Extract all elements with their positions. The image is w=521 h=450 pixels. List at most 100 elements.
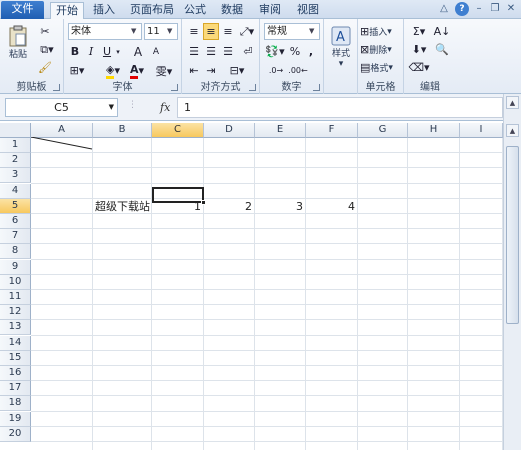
row-header-2[interactable]: 2 <box>0 153 31 169</box>
cell-e5[interactable]: 3 <box>257 199 303 214</box>
tab-home[interactable]: 开始 <box>50 2 84 20</box>
merge-center-button[interactable]: ⊟▾ <box>222 62 252 79</box>
paste-button[interactable]: 粘贴 <box>6 22 30 62</box>
row-header-5[interactable]: 5 <box>0 198 31 214</box>
percent-button[interactable]: % <box>288 43 302 60</box>
increase-indent-button[interactable]: ⇥ <box>203 62 219 79</box>
row-header-7[interactable]: 7 <box>0 229 31 245</box>
column-header-b[interactable]: B <box>93 123 152 138</box>
fill-handle[interactable] <box>201 200 206 205</box>
copy-button[interactable]: ⧉▾ <box>36 41 58 58</box>
sort-filter-button[interactable]: A↓ <box>432 23 452 40</box>
select-all-button[interactable] <box>0 123 31 138</box>
row-header-16[interactable]: 16 <box>0 366 31 381</box>
insert-function-button[interactable]: fx <box>160 98 174 117</box>
currency-button[interactable]: 💱▾ <box>264 43 286 60</box>
clear-button[interactable]: ⌫▾ <box>408 59 429 76</box>
align-middle-button[interactable]: ≡ <box>203 23 219 40</box>
orientation-button[interactable]: ⤢▾ <box>237 23 257 40</box>
underline-button[interactable]: U <box>100 43 114 60</box>
row-header-11[interactable]: 11 <box>0 290 31 305</box>
row-header-17[interactable]: 17 <box>0 381 31 397</box>
bold-button[interactable]: B <box>68 43 82 60</box>
cut-button[interactable]: ✂ <box>36 23 54 40</box>
minimize-icon[interactable]: – <box>472 2 486 16</box>
column-header-g[interactable]: G <box>358 123 408 138</box>
phonetic-button[interactable]: 雯▾ <box>154 62 174 79</box>
format-painter-button[interactable]: 🖌 <box>36 59 54 76</box>
scroll-up-button[interactable]: ▲ <box>506 124 519 137</box>
align-top-button[interactable]: ≡ <box>186 23 202 40</box>
tab-file[interactable]: 文件 <box>1 1 44 19</box>
delete-cells-button[interactable]: ⊠ 删除 ▾ <box>360 41 402 58</box>
tab-formulas[interactable]: 公式 <box>180 2 210 19</box>
tab-review[interactable]: 审阅 <box>254 2 286 19</box>
font-color-button[interactable]: A ▾ <box>126 62 148 79</box>
minimize-ribbon-icon[interactable]: △ <box>437 2 451 16</box>
insert-cells-button[interactable]: ⊞ 插入 ▾ <box>360 23 402 40</box>
row-header-10[interactable]: 10 <box>0 274 31 290</box>
row-header-3[interactable]: 3 <box>0 168 31 184</box>
row-header-4[interactable]: 4 <box>0 183 31 199</box>
row-header-6[interactable]: 6 <box>0 214 31 229</box>
fill-button[interactable]: ⬇▾ <box>410 41 428 58</box>
tab-page-layout[interactable]: 页面布局 <box>126 2 178 19</box>
cell-b5[interactable]: 超级下载站 <box>95 199 150 214</box>
expand-dots-icon[interactable]: ⋮ <box>128 100 142 114</box>
row-header-18[interactable]: 18 <box>0 396 31 412</box>
scroll-thumb[interactable] <box>506 146 519 324</box>
grow-font-button[interactable]: A <box>130 43 146 60</box>
shrink-font-button[interactable]: A <box>148 43 164 60</box>
vertical-scrollbar[interactable]: ▲ ▲ <box>503 94 521 450</box>
wrap-text-button[interactable]: ⏎ <box>240 43 256 60</box>
row-header-19[interactable]: 19 <box>0 411 31 427</box>
fill-color-button[interactable]: ◈ ▾ <box>100 62 126 79</box>
column-header-h[interactable]: H <box>408 123 460 138</box>
diagonal-line-shape[interactable] <box>31 137 101 157</box>
column-header-a[interactable]: A <box>31 123 93 138</box>
row-header-13[interactable]: 13 <box>0 320 31 336</box>
align-left-button[interactable]: ☰ <box>186 43 202 60</box>
column-header-c[interactable]: C <box>152 123 204 138</box>
font-size-combo[interactable]: 11 ▼ <box>144 23 178 40</box>
column-header-f[interactable]: F <box>306 123 358 138</box>
align-bottom-button[interactable]: ≡ <box>220 23 236 40</box>
cell-f5[interactable]: 4 <box>308 199 355 214</box>
decrease-indent-button[interactable]: ⇤ <box>186 62 202 79</box>
row-header-14[interactable]: 14 <box>0 335 31 351</box>
close-icon[interactable]: ✕ <box>504 2 518 16</box>
borders-button[interactable]: ⊞▾ <box>68 62 86 79</box>
name-box[interactable]: C5 ▼ <box>5 98 118 117</box>
row-header-12[interactable]: 12 <box>0 305 31 321</box>
help-icon[interactable]: ? <box>455 2 469 16</box>
column-header-d[interactable]: D <box>204 123 255 138</box>
autosum-button[interactable]: Σ▾ <box>410 23 428 40</box>
row-header-15[interactable]: 15 <box>0 350 31 366</box>
comma-button[interactable]: , <box>304 43 318 60</box>
format-cells-button[interactable]: ▤ 格式 ▾ <box>360 59 402 76</box>
clipboard-dialog-launcher[interactable] <box>53 84 60 91</box>
tab-data[interactable]: 数据 <box>216 2 248 19</box>
column-header-e[interactable]: E <box>255 123 306 138</box>
cell-d5[interactable]: 2 <box>206 199 252 214</box>
increase-decimal-button[interactable]: .0→ <box>266 62 286 79</box>
row-header-20[interactable]: 20 <box>0 426 31 442</box>
row-header-1[interactable]: 1 <box>0 138 31 153</box>
number-format-combo[interactable]: 常规 ▼ <box>264 23 320 40</box>
underline-dropdown[interactable]: ▾ <box>114 43 122 60</box>
align-center-button[interactable]: ☰ <box>203 43 219 60</box>
alignment-dialog-launcher[interactable] <box>249 84 256 91</box>
row-header-9[interactable]: 9 <box>0 259 31 275</box>
tab-view[interactable]: 视图 <box>292 2 324 19</box>
column-header-i[interactable]: I <box>460 123 503 138</box>
decrease-decimal-button[interactable]: .00← <box>288 62 308 79</box>
font-name-combo[interactable]: 宋体 ▼ <box>68 23 142 40</box>
italic-button[interactable]: I <box>84 43 98 60</box>
formula-input[interactable]: 1 <box>177 97 503 118</box>
spreadsheet-grid[interactable]: A B C D E F G H I 1 2 3 4 5 6 7 8 9 10 11 12 13 14 15 16 17 18 19 20… <box>0 123 503 450</box>
styles-button[interactable]: A 样式 ▾ <box>328 22 354 72</box>
number-dialog-launcher[interactable] <box>313 84 320 91</box>
collapse-formula-bar-icon[interactable]: ▲ <box>506 96 519 109</box>
tab-insert[interactable]: 插入 <box>88 2 120 19</box>
font-dialog-launcher[interactable] <box>171 84 178 91</box>
